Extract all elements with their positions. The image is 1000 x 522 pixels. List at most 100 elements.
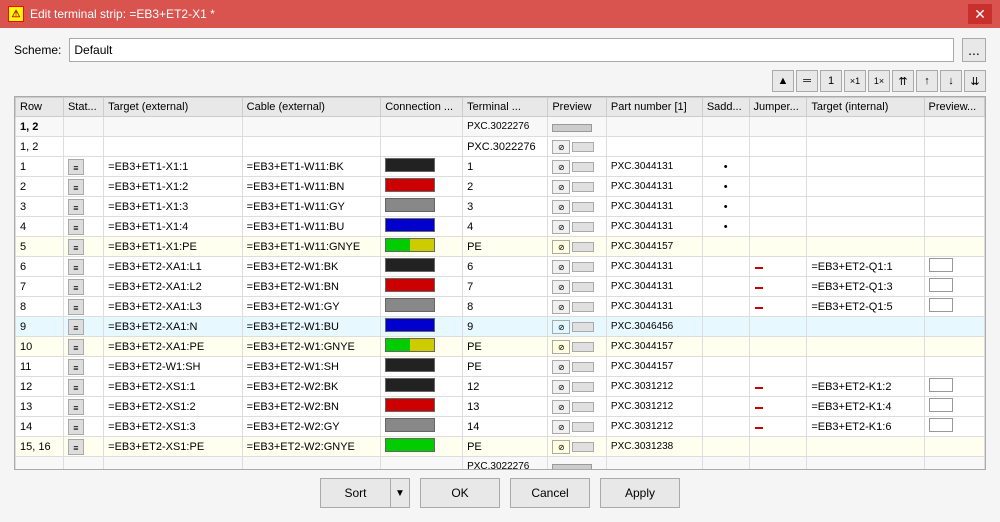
table-row[interactable]: 1, 2PXC.3022276⊘ <box>16 137 985 157</box>
cell-preview-int <box>924 177 984 197</box>
cell-target-ext: =EB3+ET1-X1:PE <box>104 237 243 257</box>
cell-preview-int <box>924 337 984 357</box>
apply-button[interactable]: Apply <box>600 478 680 508</box>
bottom-conn <box>381 457 463 471</box>
cell-preview-int <box>924 357 984 377</box>
cell-saddle <box>702 237 749 257</box>
cell-saddle <box>702 277 749 297</box>
col-header-connection: Connection ... <box>381 98 463 117</box>
cell-target-int: =EB3+ET2-Q1:3 <box>807 277 924 297</box>
cell-connection <box>381 337 463 357</box>
cell-preview-int <box>924 377 984 397</box>
cell-cable-ext: =EB3+ET2-W2:GNYE <box>242 437 381 457</box>
cell-terminal: PE <box>463 357 548 377</box>
cell-connection <box>381 237 463 257</box>
cell-terminal: PXC.3022276 <box>463 137 548 157</box>
table-row[interactable]: 10≡=EB3+ET2-XA1:PE=EB3+ET2-W1:GNYEPE⊘PXC… <box>16 337 985 357</box>
table-row[interactable]: 9≡=EB3+ET2-XA1:N=EB3+ET2-W1:BU9⊘PXC.3046… <box>16 317 985 337</box>
col-header-row: Row <box>16 98 64 117</box>
toolbar-align-btn[interactable]: ═ <box>796 70 818 92</box>
cell-preview-int <box>924 297 984 317</box>
cell-jumper <box>749 257 807 277</box>
cell-row-num: 7 <box>16 277 64 297</box>
cell-terminal: PE <box>463 337 548 357</box>
cell-preview: ⊘ <box>548 397 607 417</box>
table-row[interactable]: 14≡=EB3+ET2-XS1:3=EB3+ET2-W2:GY14⊘PXC.30… <box>16 417 985 437</box>
cell-connection <box>381 277 463 297</box>
table-row[interactable]: 6≡=EB3+ET2-XA1:L1=EB3+ET2-W1:BK6⊘PXC.304… <box>16 257 985 277</box>
cell-preview: ⊘ <box>548 157 607 177</box>
table-row[interactable]: 5≡=EB3+ET1-X1:PE=EB3+ET1-W11:GNYEPE⊘PXC.… <box>16 237 985 257</box>
cell-cable-ext: =EB3+ET2-W2:BK <box>242 377 381 397</box>
table-row[interactable]: 4≡=EB3+ET1-X1:4=EB3+ET1-W11:BU4⊘PXC.3044… <box>16 217 985 237</box>
toolbar-num1-btn[interactable]: 1 <box>820 70 842 92</box>
toolbar-move-up-btn[interactable]: ▲ <box>772 70 794 92</box>
cell-stat: ≡ <box>63 297 103 317</box>
cell-target-int <box>807 217 924 237</box>
table-row[interactable]: 7≡=EB3+ET2-XA1:L2=EB3+ET2-W1:BN7⊘PXC.304… <box>16 277 985 297</box>
top-footer-conn <box>381 117 463 137</box>
table-row[interactable]: 11≡=EB3+ET2-W1:SH=EB3+ET2-W1:SHPE⊘PXC.30… <box>16 357 985 377</box>
cell-cable-ext: =EB3+ET1-W11:BK <box>242 157 381 177</box>
scheme-label: Scheme: <box>14 43 61 57</box>
ok-button[interactable]: OK <box>420 478 500 508</box>
cell-saddle <box>702 417 749 437</box>
cell-part-number: PXC.3044131 <box>606 277 702 297</box>
sort-btn-group: Sort ▼ <box>320 478 410 508</box>
cell-stat <box>63 137 103 157</box>
cell-stat: ≡ <box>63 397 103 417</box>
cell-target-int <box>807 437 924 457</box>
toolbar-x1-btn[interactable]: ×1 <box>844 70 866 92</box>
col-header-part-number: Part number [1] <box>606 98 702 117</box>
table-row[interactable]: 1≡=EB3+ET1-X1:1=EB3+ET1-W11:BK1⊘PXC.3044… <box>16 157 985 177</box>
cell-stat: ≡ <box>63 417 103 437</box>
table-row[interactable]: 3≡=EB3+ET1-X1:3=EB3+ET1-W11:GY3⊘PXC.3044… <box>16 197 985 217</box>
cell-part-number: PXC.3044131 <box>606 257 702 277</box>
cell-saddle <box>702 297 749 317</box>
cell-target-int <box>807 157 924 177</box>
cancel-button[interactable]: Cancel <box>510 478 590 508</box>
cell-part-number: PXC.3044131 <box>606 217 702 237</box>
cell-terminal: 7 <box>463 277 548 297</box>
scheme-select[interactable]: Default <box>69 38 954 62</box>
cell-target-ext: =EB3+ET1-X1:1 <box>104 157 243 177</box>
sort-dropdown-button[interactable]: ▼ <box>390 478 410 508</box>
toolbar-down-btn[interactable]: ↓ <box>940 70 962 92</box>
cell-terminal: 4 <box>463 217 548 237</box>
cell-connection <box>381 377 463 397</box>
cell-target-ext: =EB3+ET2-XS1:PE <box>104 437 243 457</box>
toolbar-top-btn[interactable]: ⇈ <box>892 70 914 92</box>
cell-row-num: 10 <box>16 337 64 357</box>
table-row[interactable]: 12≡=EB3+ET2-XS1:1=EB3+ET2-W2:BK12⊘PXC.30… <box>16 377 985 397</box>
scheme-dots-button[interactable]: ... <box>962 38 986 62</box>
top-footer-part <box>606 117 702 137</box>
table-row[interactable]: 15, 16≡=EB3+ET2-XS1:PE=EB3+ET2-W2:GNYEPE… <box>16 437 985 457</box>
dialog-body: Scheme: Default ... ▲ ═ 1 ×1 1× ⇈ ↑ ↓ ⇊ … <box>0 28 1000 522</box>
table-row[interactable]: 2≡=EB3+ET1-X1:2=EB3+ET1-W11:BN2⊘PXC.3044… <box>16 177 985 197</box>
top-footer-preview-int <box>924 117 984 137</box>
cell-saddle <box>702 437 749 457</box>
bottom-footer-row: PXC.3022276 <box>16 457 985 471</box>
bottom-row-num <box>16 457 64 471</box>
toolbar-1x-btn[interactable]: 1× <box>868 70 890 92</box>
sort-button[interactable]: Sort <box>320 478 390 508</box>
cell-preview-int <box>924 157 984 177</box>
bottom-target-int <box>807 457 924 471</box>
cell-preview: ⊘ <box>548 197 607 217</box>
cell-jumper <box>749 417 807 437</box>
cell-cable-ext: =EB3+ET2-W1:SH <box>242 357 381 377</box>
table-row[interactable]: 13≡=EB3+ET2-XS1:2=EB3+ET2-W2:BN13⊘PXC.30… <box>16 397 985 417</box>
toolbar-bottom-btn[interactable]: ⇊ <box>964 70 986 92</box>
cell-preview: ⊘ <box>548 297 607 317</box>
cell-jumper <box>749 177 807 197</box>
top-footer-row-num: 1, 2 <box>16 117 64 137</box>
table-row[interactable]: 8≡=EB3+ET2-XA1:L3=EB3+ET2-W1:GY8⊘PXC.304… <box>16 297 985 317</box>
cell-preview-int <box>924 417 984 437</box>
cell-preview: ⊘ <box>548 237 607 257</box>
toolbar-up-btn[interactable]: ↑ <box>916 70 938 92</box>
cell-cable-ext: =EB3+ET2-W1:BK <box>242 257 381 277</box>
close-button[interactable]: ✕ <box>968 4 992 24</box>
bottom-cable <box>242 457 381 471</box>
top-footer-target-int <box>807 117 924 137</box>
cell-stat: ≡ <box>63 377 103 397</box>
